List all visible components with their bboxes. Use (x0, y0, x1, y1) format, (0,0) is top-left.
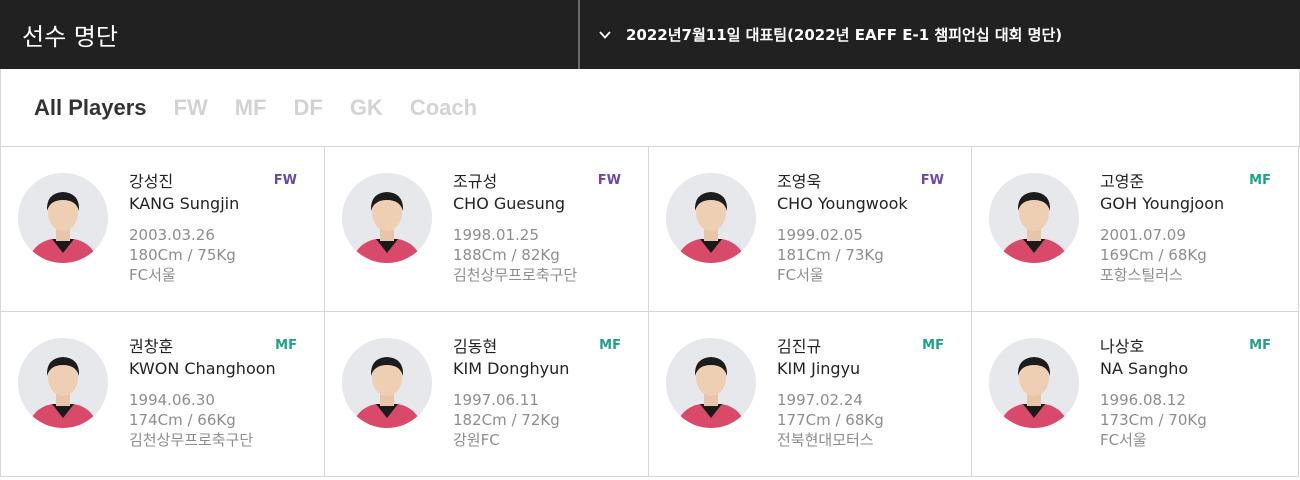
position-tabs: All Players FW MF DF GK Coach (0, 69, 1300, 147)
player-name-en: KIM Jingyu (777, 359, 861, 378)
position-badge: FW (273, 173, 297, 188)
player-meta: 2001.07.09 169Cm / 68Kg 포항스틸러스 (1100, 225, 1224, 285)
page-title: 선수 명단 (0, 0, 578, 69)
player-birthdate: 1997.02.24 (777, 391, 863, 409)
player-birthdate: 1997.06.11 (453, 391, 539, 409)
player-photo (989, 338, 1079, 428)
player-meta: 1998.01.25 188Cm / 82Kg 김천상무프로축구단 (453, 225, 577, 285)
player-name-en: KANG Sungjin (129, 194, 240, 213)
player-info: 고영준 GOH Youngjoon 2001.07.09 169Cm / 68K… (1100, 171, 1224, 311)
position-badge: MF (922, 338, 944, 353)
player-card[interactable]: 권창훈 KWON Changhoon 1994.06.30 174Cm / 66… (1, 312, 325, 477)
tab-df[interactable]: DF (293, 95, 322, 121)
player-name-ko: 고영준 (1100, 172, 1145, 191)
player-name-ko: 강성진 (129, 172, 174, 191)
player-info: 나상호 NA Sangho 1996.08.12 173Cm / 70Kg FC… (1100, 336, 1207, 476)
player-body: 173Cm / 70Kg (1100, 411, 1207, 429)
player-card[interactable]: 조규성 CHO Guesung 1998.01.25 188Cm / 82Kg … (325, 147, 649, 312)
player-body: 169Cm / 68Kg (1100, 246, 1207, 264)
position-badge: MF (1249, 173, 1271, 188)
player-name-en: CHO Guesung (453, 194, 566, 213)
position-badge: FW (597, 173, 621, 188)
player-birthdate: 1999.02.05 (777, 226, 863, 244)
player-body: 180Cm / 75Kg (129, 246, 236, 264)
chevron-down-icon (598, 28, 612, 42)
player-name-ko: 조규성 (453, 172, 498, 191)
player-name-ko: 조영욱 (777, 172, 822, 191)
position-badge: FW (920, 173, 944, 188)
player-body: 182Cm / 72Kg (453, 411, 560, 429)
player-body: 188Cm / 82Kg (453, 246, 560, 264)
player-birthdate: 1994.06.30 (129, 391, 215, 409)
player-meta: 1994.06.30 174Cm / 66Kg 김천상무프로축구단 (129, 390, 276, 450)
player-info: 조영욱 CHO Youngwook 1999.02.05 181Cm / 73K… (777, 171, 908, 311)
player-info: 김동현 KIM Donghyun 1997.06.11 182Cm / 72Kg… (453, 336, 569, 476)
player-info: 조규성 CHO Guesung 1998.01.25 188Cm / 82Kg … (453, 171, 577, 311)
player-card[interactable]: 나상호 NA Sangho 1996.08.12 173Cm / 70Kg FC… (972, 312, 1299, 477)
player-photo (666, 338, 756, 428)
player-info: 김진규 KIM Jingyu 1997.02.24 177Cm / 68Kg 전… (777, 336, 884, 476)
player-photo (989, 173, 1079, 263)
top-bar: 선수 명단 2022년7월11일 대표팀(2022년 EAFF E-1 챔피언십… (0, 0, 1300, 69)
player-name-ko: 김진규 (777, 337, 822, 356)
player-club: FC서울 (1100, 431, 1147, 449)
player-meta: 1996.08.12 173Cm / 70Kg FC서울 (1100, 390, 1207, 450)
player-name-ko: 권창훈 (129, 337, 174, 356)
player-name-en: NA Sangho (1100, 359, 1189, 378)
position-badge: MF (1249, 338, 1271, 353)
player-meta: 1999.02.05 181Cm / 73Kg FC서울 (777, 225, 908, 285)
tab-gk[interactable]: GK (350, 95, 383, 121)
player-meta: 1997.06.11 182Cm / 72Kg 강원FC (453, 390, 569, 450)
player-birthdate: 1998.01.25 (453, 226, 539, 244)
player-card[interactable]: 김동현 KIM Donghyun 1997.06.11 182Cm / 72Kg… (325, 312, 649, 477)
player-card[interactable]: 김진규 KIM Jingyu 1997.02.24 177Cm / 68Kg 전… (649, 312, 972, 477)
player-club: 포항스틸러스 (1100, 266, 1183, 284)
player-photo (666, 173, 756, 263)
player-name-ko: 김동현 (453, 337, 498, 356)
player-body: 181Cm / 73Kg (777, 246, 884, 264)
player-club: 강원FC (453, 431, 500, 449)
roster-select[interactable]: 2022년7월11일 대표팀(2022년 EAFF E-1 챔피언십 대회 명단… (580, 0, 1300, 69)
player-birthdate: 2001.07.09 (1100, 226, 1186, 244)
player-name-en: GOH Youngjoon (1100, 194, 1225, 213)
player-card[interactable]: 고영준 GOH Youngjoon 2001.07.09 169Cm / 68K… (972, 147, 1299, 312)
player-club: 김천상무프로축구단 (453, 266, 578, 284)
player-birthdate: 1996.08.12 (1100, 391, 1186, 409)
tab-coach[interactable]: Coach (410, 95, 477, 121)
player-info: 강성진 KANG Sungjin 2003.03.26 180Cm / 75Kg… (129, 171, 239, 311)
tab-all-players[interactable]: All Players (34, 95, 147, 121)
position-badge: MF (275, 338, 297, 353)
player-body: 174Cm / 66Kg (129, 411, 236, 429)
player-meta: 1997.02.24 177Cm / 68Kg 전북현대모터스 (777, 390, 884, 450)
tab-mf[interactable]: MF (235, 95, 267, 121)
player-name-ko: 나상호 (1100, 337, 1145, 356)
player-body: 177Cm / 68Kg (777, 411, 884, 429)
player-club: FC서울 (777, 266, 824, 284)
player-photo (18, 338, 108, 428)
player-photo (18, 173, 108, 263)
player-photo (342, 173, 432, 263)
player-grid: 강성진 KANG Sungjin 2003.03.26 180Cm / 75Kg… (0, 147, 1300, 477)
player-name-en: KIM Donghyun (453, 359, 570, 378)
position-badge: MF (599, 338, 621, 353)
player-club: FC서울 (129, 266, 176, 284)
player-card[interactable]: 조영욱 CHO Youngwook 1999.02.05 181Cm / 73K… (649, 147, 972, 312)
player-club: 김천상무프로축구단 (129, 431, 254, 449)
player-club: 전북현대모터스 (777, 431, 874, 449)
tab-fw[interactable]: FW (174, 95, 208, 121)
roster-select-value: 2022년7월11일 대표팀(2022년 EAFF E-1 챔피언십 대회 명단… (626, 26, 1063, 44)
player-card[interactable]: 강성진 KANG Sungjin 2003.03.26 180Cm / 75Kg… (1, 147, 325, 312)
player-photo (342, 338, 432, 428)
player-info: 권창훈 KWON Changhoon 1994.06.30 174Cm / 66… (129, 336, 276, 476)
player-name-en: KWON Changhoon (129, 359, 276, 378)
player-birthdate: 2003.03.26 (129, 226, 215, 244)
player-meta: 2003.03.26 180Cm / 75Kg FC서울 (129, 225, 239, 285)
player-name-en: CHO Youngwook (777, 194, 908, 213)
